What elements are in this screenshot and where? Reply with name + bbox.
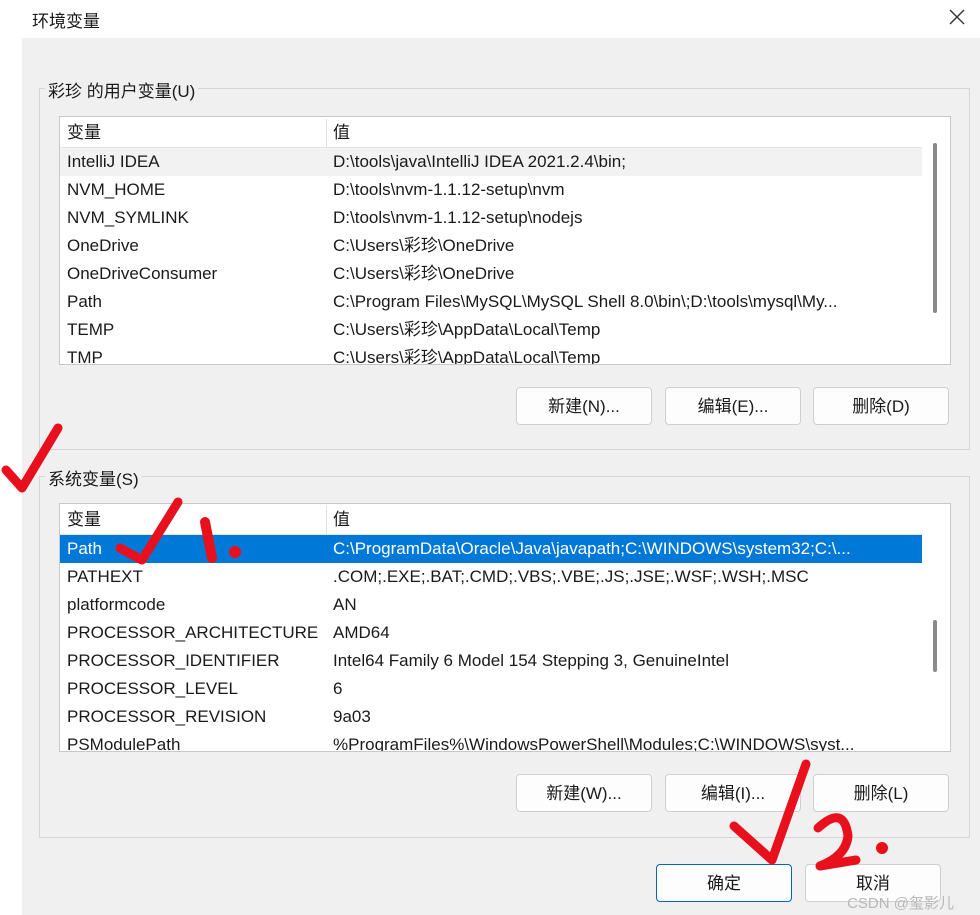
table-row[interactable]: IntelliJ IDEA D:\tools\java\IntelliJ IDE… — [60, 148, 922, 176]
close-icon[interactable] — [942, 2, 972, 32]
vertical-scrollbar[interactable] — [926, 504, 944, 751]
table-row[interactable]: PSModulePath %ProgramFiles%\WindowsPower… — [60, 731, 922, 752]
system-edit-button[interactable]: 编辑(I)... — [665, 774, 801, 812]
scrollbar-thumb[interactable] — [933, 620, 937, 672]
variable-value: C:\Program Files\MySQL\MySQL Shell 8.0\b… — [333, 292, 838, 311]
table-row[interactable]: PROCESSOR_ARCHITECTURE AMD64 — [60, 619, 922, 647]
column-divider[interactable] — [326, 506, 327, 534]
variable-name: TMP — [67, 348, 103, 365]
table-row[interactable]: platformcode AN — [60, 591, 922, 619]
variable-name: PROCESSOR_IDENTIFIER — [67, 651, 280, 670]
system-variables-label: 系统变量(S) — [45, 465, 142, 490]
variable-value: AN — [333, 595, 357, 614]
variable-value: C:\Users\彩珍\AppData\Local\Temp — [333, 348, 601, 365]
variable-name: NVM_HOME — [67, 180, 166, 199]
variable-name: IntelliJ IDEA — [67, 152, 160, 171]
variable-value: C:\Users\彩珍\AppData\Local\Temp — [333, 320, 601, 339]
variable-value: Intel64 Family 6 Model 154 Stepping 3, G… — [333, 651, 729, 670]
table-row[interactable]: TEMP C:\Users\彩珍\AppData\Local\Temp — [60, 316, 922, 344]
user-delete-button[interactable]: 删除(D) — [813, 387, 949, 425]
variable-name: PSModulePath — [67, 735, 181, 752]
table-row[interactable]: OneDriveConsumer C:\Users\彩珍\OneDrive — [60, 260, 922, 288]
user-edit-button[interactable]: 编辑(E)... — [665, 387, 801, 425]
variable-name: Path — [67, 539, 102, 558]
table-row[interactable]: PROCESSOR_IDENTIFIER Intel64 Family 6 Mo… — [60, 647, 922, 675]
variable-name: PROCESSOR_LEVEL — [67, 679, 239, 698]
variable-value: D:\tools\nvm-1.1.12-setup\nodejs — [333, 208, 583, 227]
variable-value: C:\Users\彩珍\OneDrive — [333, 264, 515, 283]
variable-name: NVM_SYMLINK — [67, 208, 189, 227]
ok-button[interactable]: 确定 — [656, 864, 792, 902]
table-row[interactable]: OneDrive C:\Users\彩珍\OneDrive — [60, 232, 922, 260]
variable-value: .COM;.EXE;.BAT;.CMD;.VBS;.VBE;.JS;.JSE;.… — [333, 567, 809, 586]
scrollbar-thumb[interactable] — [933, 143, 937, 313]
variable-name: OneDrive — [67, 236, 139, 255]
variable-value: 9a03 — [333, 707, 371, 726]
table-row[interactable]: PATHEXT .COM;.EXE;.BAT;.CMD;.VBS;.VBE;.J… — [60, 563, 922, 591]
variable-value: C:\ProgramData\Oracle\Java\javapath;C:\W… — [333, 539, 851, 558]
user-variables-label: 彩珍 的用户变量(U) — [45, 77, 199, 102]
variable-value: AMD64 — [333, 623, 390, 642]
vertical-scrollbar[interactable] — [926, 117, 944, 364]
variable-name: PATHEXT — [67, 567, 143, 586]
column-header-name[interactable]: 变量 — [67, 117, 101, 147]
table-row[interactable]: Path C:\Program Files\MySQL\MySQL Shell … — [60, 288, 922, 316]
column-header-value[interactable]: 值 — [333, 504, 350, 534]
table-row-selected[interactable]: Path C:\ProgramData\Oracle\Java\javapath… — [60, 535, 922, 563]
variable-value: %ProgramFiles%\WindowsPowerShell\Modules… — [333, 735, 855, 752]
variable-name: TEMP — [67, 320, 115, 339]
table-row[interactable]: NVM_HOME D:\tools\nvm-1.1.12-setup\nvm — [60, 176, 922, 204]
variable-value: 6 — [333, 679, 343, 698]
column-header-value[interactable]: 值 — [333, 117, 350, 147]
table-row[interactable]: TMP C:\Users\彩珍\AppData\Local\Temp — [60, 344, 922, 365]
system-new-button[interactable]: 新建(W)... — [516, 774, 652, 812]
system-variables-list[interactable]: 变量 值 Path C:\ProgramData\Oracle\Java\jav… — [59, 503, 951, 752]
table-row[interactable]: PROCESSOR_REVISION 9a03 — [60, 703, 922, 731]
user-variables-list[interactable]: 变量 值 IntelliJ IDEA D:\tools\java\Intelli… — [59, 116, 951, 365]
column-header-name[interactable]: 变量 — [67, 504, 101, 534]
list-header: 变量 值 — [60, 504, 922, 535]
list-header: 变量 值 — [60, 117, 922, 148]
system-delete-button[interactable]: 删除(L) — [813, 774, 949, 812]
window-title: 环境变量 — [32, 12, 100, 31]
table-row[interactable]: NVM_SYMLINK D:\tools\nvm-1.1.12-setup\no… — [60, 204, 922, 232]
variable-value: D:\tools\nvm-1.1.12-setup\nvm — [333, 180, 565, 199]
variable-value: D:\tools\java\IntelliJ IDEA 2021.2.4\bin… — [333, 152, 626, 171]
variable-name: Path — [67, 292, 102, 311]
variable-name: platformcode — [67, 595, 166, 614]
variable-name: PROCESSOR_REVISION — [67, 707, 267, 726]
variable-name: PROCESSOR_ARCHITECTURE — [67, 623, 319, 642]
table-row[interactable]: PROCESSOR_LEVEL 6 — [60, 675, 922, 703]
user-new-button[interactable]: 新建(N)... — [516, 387, 652, 425]
title-bar: 环境变量 — [22, 0, 980, 38]
variable-value: C:\Users\彩珍\OneDrive — [333, 236, 515, 255]
variable-name: OneDriveConsumer — [67, 264, 218, 283]
column-divider[interactable] — [326, 119, 327, 147]
watermark: CSDN @玺影儿 — [847, 895, 954, 912]
